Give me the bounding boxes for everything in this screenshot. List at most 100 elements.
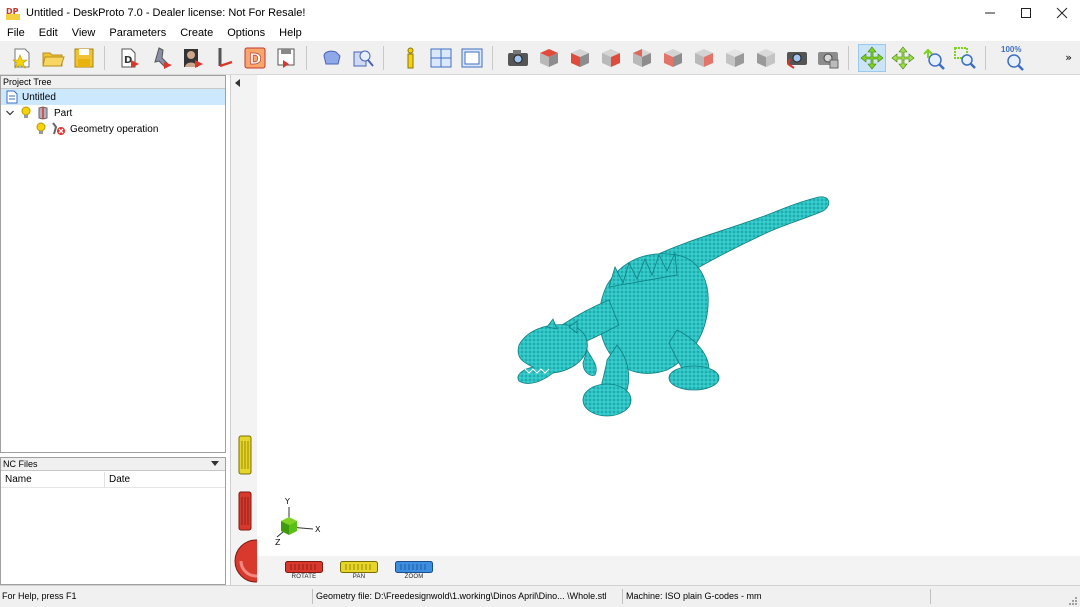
title-bar: DP Untitled - DeskProto 7.0 - Dealer lic… (0, 0, 1080, 25)
viewport-bottom-strip: ROTATE PAN ZOOM (257, 556, 1080, 585)
camera-settings-button[interactable] (814, 44, 842, 72)
collapse-panel-icon[interactable] (235, 79, 240, 87)
rotate-mode-icon (860, 46, 884, 70)
zoom-mode-icon (923, 48, 945, 70)
view-bottom-button[interactable] (690, 44, 718, 72)
minimize-icon (985, 12, 995, 13)
export-button[interactable] (272, 44, 300, 72)
view-front-button[interactable] (566, 44, 594, 72)
open-folder-icon (42, 52, 65, 67)
left-panel: Project Tree Untitled Part Geometry oper… (0, 75, 226, 585)
zoom-window-icon (954, 47, 976, 69)
status-help-text: For Help, press F1 (2, 591, 77, 601)
axis-triad-icon: Y X Z (275, 497, 321, 547)
column-header-name[interactable]: Name (1, 471, 105, 488)
camera-button[interactable] (504, 44, 532, 72)
resize-grip-icon[interactable] (1066, 594, 1078, 606)
layout-button[interactable] (427, 44, 455, 72)
view-iso2-button[interactable] (752, 44, 780, 72)
view-right-icon (602, 49, 620, 67)
zoom-100-icon: 100% (1001, 45, 1024, 71)
lightbulb-icon[interactable] (35, 122, 47, 136)
pan-slider-icon[interactable] (238, 435, 252, 475)
zoom-100-button[interactable]: 100% (998, 44, 1028, 72)
toolbar-overflow-button[interactable]: » (1065, 51, 1072, 64)
rotate-slider-icon[interactable] (238, 491, 252, 531)
status-geometry-file: Geometry file: D:\Freedesignwold\1.worki… (316, 591, 607, 601)
view-top-icon (540, 49, 558, 67)
view-iso-button[interactable] (721, 44, 749, 72)
viewport-button[interactable] (458, 44, 486, 72)
deskproto-logo-icon: DP (6, 6, 20, 20)
tree-item-untitled[interactable]: Untitled (1, 89, 225, 105)
single-view-icon (461, 48, 483, 68)
view-bottom-icon (695, 49, 713, 67)
menu-create[interactable]: Create (173, 25, 220, 41)
menu-edit[interactable]: Edit (32, 25, 65, 41)
inspect-button[interactable] (349, 44, 377, 72)
zoom-mode-button[interactable] (920, 44, 948, 72)
view-back-button[interactable] (628, 44, 656, 72)
wizard-2d-button[interactable] (148, 44, 176, 72)
zoom-window-button[interactable] (951, 44, 979, 72)
four-views-icon (430, 48, 452, 68)
status-machine: Machine: ISO plain G-codes - mm (626, 591, 762, 601)
pan-label: PAN (352, 574, 366, 580)
lightbulb-icon[interactable] (20, 106, 32, 120)
new-project-button[interactable] (8, 44, 36, 72)
menu-options[interactable]: Options (220, 25, 272, 41)
chevron-down-icon[interactable] (5, 108, 15, 118)
save-project-button[interactable] (70, 44, 98, 72)
menu-view[interactable]: View (65, 25, 103, 41)
geometry-operation-error-icon (52, 122, 65, 135)
menu-parameters[interactable]: Parameters (102, 25, 173, 41)
status-bar: For Help, press F1 Geometry file: D:\Fre… (0, 585, 1080, 607)
view-right-button[interactable] (597, 44, 625, 72)
close-button[interactable] (1044, 0, 1080, 25)
axis-label-y: Y (284, 497, 290, 506)
view-left-button[interactable] (659, 44, 687, 72)
view-front-icon (571, 49, 589, 67)
nc-files-header[interactable]: NC Files (1, 458, 225, 471)
minimize-button[interactable] (972, 0, 1008, 25)
wizard-geometry-button[interactable]: D (116, 44, 144, 72)
wizard-bitmap-button[interactable] (179, 44, 207, 72)
tree-item-label: Untitled (22, 91, 56, 103)
maximize-icon (1021, 7, 1031, 18)
info-button[interactable] (396, 44, 424, 72)
dmode-button[interactable]: D (241, 44, 269, 72)
tree-item-part[interactable]: Part (1, 105, 72, 121)
dropdown-arrow-icon[interactable] (211, 461, 219, 466)
view-top-button[interactable] (535, 44, 563, 72)
rotate-mode-button[interactable] (858, 44, 886, 72)
tree-item-label: Part (54, 107, 73, 119)
tree-item-label: Geometry operation (70, 123, 159, 135)
3d-viewport[interactable]: Y X Z ROTATE PAN ZOOM (230, 75, 1080, 585)
svg-text:D: D (249, 50, 261, 68)
camera-reset-button[interactable] (783, 44, 811, 72)
export-icon (277, 48, 295, 68)
axis-label-z: Z (275, 538, 281, 547)
tree-item-geometry-operation[interactable]: Geometry operation (1, 121, 158, 137)
view-iso-icon (726, 49, 744, 67)
wizard-geometry-icon: D (121, 48, 139, 68)
camera-settings-icon (818, 52, 839, 69)
wizard-2d-icon (154, 47, 172, 69)
pan-nav-button[interactable] (340, 561, 378, 573)
menu-bar: File Edit View Parameters Create Options… (0, 25, 1080, 41)
viewport-canvas[interactable]: Y X Z (257, 75, 1080, 556)
view-left-icon (664, 49, 682, 67)
menu-file[interactable]: File (0, 25, 32, 41)
open-project-button[interactable] (39, 44, 67, 72)
zoom-nav-button[interactable] (395, 561, 433, 573)
dinosaur-model[interactable] (257, 75, 1080, 556)
wizard-bitmap-icon (184, 49, 203, 68)
wizard-rotary-button[interactable] (210, 44, 238, 72)
rotate-nav-button[interactable] (285, 561, 323, 573)
maximize-button[interactable] (1008, 0, 1044, 25)
pan-mode-button[interactable] (889, 44, 917, 72)
column-header-date[interactable]: Date (105, 472, 130, 488)
window-title: Untitled - DeskProto 7.0 - Dealer licens… (26, 6, 306, 19)
menu-help[interactable]: Help (272, 25, 309, 41)
render-button[interactable] (318, 44, 346, 72)
